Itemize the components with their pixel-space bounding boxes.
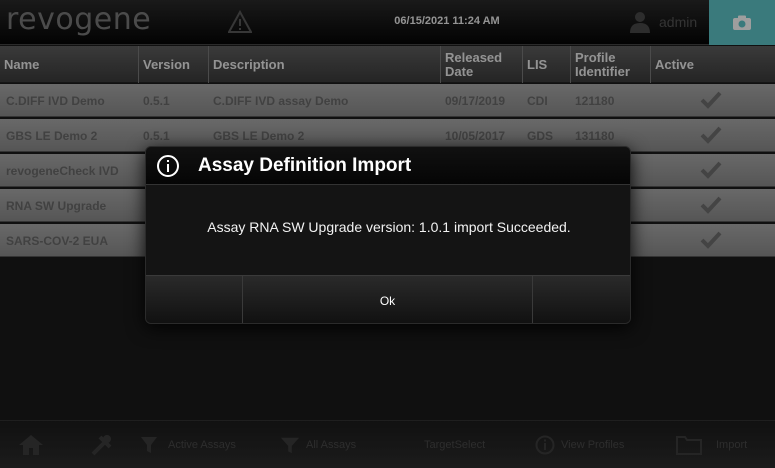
dialog-message: Assay RNA SW Upgrade version: 1.0.1 impo… xyxy=(207,219,571,235)
dialog-title-bar: Assay Definition Import xyxy=(146,147,630,185)
dialog-button-row: Ok xyxy=(146,275,630,323)
info-icon xyxy=(157,154,179,177)
dialog-empty-button-left[interactable] xyxy=(146,275,243,323)
ok-button[interactable]: Ok xyxy=(243,275,533,323)
dialog-title: Assay Definition Import xyxy=(198,154,412,176)
dialog-empty-button-right[interactable] xyxy=(533,275,630,323)
assay-import-dialog: Assay Definition Import Assay RNA SW Upg… xyxy=(145,146,631,324)
